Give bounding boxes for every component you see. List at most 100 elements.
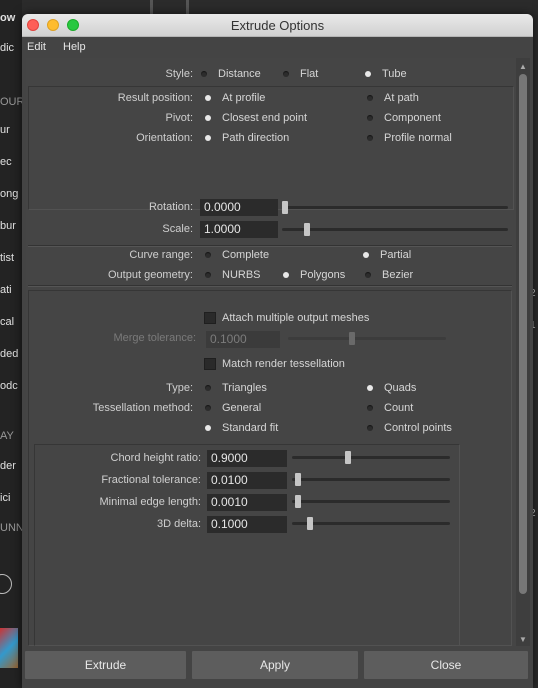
output-bezier-radio[interactable] bbox=[363, 270, 374, 281]
background-app-sidebar: ow dic OUR ur ec ong bur tist ati cal de… bbox=[0, 0, 22, 688]
bg-text: odc bbox=[0, 380, 18, 392]
curve-range-label: Curve range: bbox=[129, 249, 193, 261]
style-flat-label[interactable]: Flat bbox=[300, 68, 318, 80]
chord-height-ratio-slider-track[interactable] bbox=[292, 456, 450, 459]
curve-range-complete-radio[interactable] bbox=[203, 250, 214, 261]
orientation-path-direction-label[interactable]: Path direction bbox=[222, 132, 289, 144]
bg-text: cal bbox=[0, 316, 15, 328]
bg-text: OUR bbox=[0, 96, 22, 108]
orientation-label: Orientation: bbox=[136, 132, 193, 144]
extrude-button[interactable]: Extrude bbox=[25, 651, 186, 679]
scroll-down-icon[interactable]: ▼ bbox=[519, 635, 527, 644]
rotation-field[interactable]: 0.0000 bbox=[200, 199, 278, 216]
type-triangles-label[interactable]: Triangles bbox=[222, 382, 267, 394]
bg-text: ati bbox=[0, 284, 12, 296]
extrude-options-dialog: Extrude Options Edit Help Style: Distanc… bbox=[22, 14, 533, 688]
3d-delta-label: 3D delta: bbox=[156, 518, 201, 530]
apply-button[interactable]: Apply bbox=[192, 651, 358, 679]
tessellation-general-label[interactable]: General bbox=[222, 402, 261, 414]
pivot-component-radio[interactable] bbox=[365, 113, 376, 124]
scale-slider-track[interactable] bbox=[282, 228, 508, 231]
options-panel: Style: Distance Flat Tube Result positio… bbox=[26, 58, 516, 646]
close-button[interactable]: Close bbox=[364, 651, 528, 679]
output-nurbs-radio[interactable] bbox=[203, 270, 214, 281]
bg-text: ded bbox=[0, 348, 19, 360]
bg-text: ec bbox=[0, 156, 12, 168]
3d-delta-slider-handle[interactable] bbox=[307, 517, 313, 530]
match-render-label[interactable]: Match render tessellation bbox=[222, 358, 345, 370]
bg-text: ici bbox=[0, 492, 11, 504]
type-triangles-radio[interactable] bbox=[203, 383, 214, 394]
menu-help[interactable]: Help bbox=[63, 41, 86, 53]
scale-field[interactable]: 1.0000 bbox=[200, 221, 278, 238]
type-quads-label[interactable]: Quads bbox=[384, 382, 416, 394]
tessellation-control-points-radio[interactable] bbox=[365, 423, 376, 434]
window-title: Extrude Options bbox=[230, 18, 325, 33]
result-at-profile-radio[interactable] bbox=[203, 93, 214, 104]
merge-tolerance-field: 0.1000 bbox=[206, 331, 280, 348]
3d-delta-slider-track[interactable] bbox=[292, 522, 450, 525]
minimal-edge-length-slider-handle[interactable] bbox=[295, 495, 301, 508]
bg-text: ong bbox=[0, 188, 19, 200]
bg-text: UNN bbox=[0, 522, 22, 534]
tessellation-control-points-label[interactable]: Control points bbox=[384, 422, 452, 434]
bg-text: ur bbox=[0, 124, 10, 136]
scale-slider-handle[interactable] bbox=[304, 223, 310, 236]
rotation-slider-track[interactable] bbox=[282, 206, 508, 209]
attach-multiple-checkbox[interactable] bbox=[204, 312, 216, 324]
scroll-up-icon[interactable]: ▲ bbox=[519, 62, 527, 71]
title-bar[interactable]: Extrude Options bbox=[22, 14, 533, 37]
fractional-tolerance-slider-handle[interactable] bbox=[295, 473, 301, 486]
chord-height-ratio-label: Chord height ratio: bbox=[110, 452, 202, 464]
output-bezier-label[interactable]: Bezier bbox=[382, 269, 413, 281]
pivot-closest-end-radio[interactable] bbox=[203, 113, 214, 124]
tessellation-standard-fit-label[interactable]: Standard fit bbox=[222, 422, 278, 434]
tessellation-count-radio[interactable] bbox=[365, 403, 376, 414]
bg-text: ow bbox=[0, 12, 16, 24]
output-nurbs-label[interactable]: NURBS bbox=[222, 269, 261, 281]
3d-delta-field[interactable]: 0.1000 bbox=[207, 516, 287, 533]
menu-bar: Edit Help bbox=[22, 37, 533, 57]
chord-height-ratio-field[interactable]: 0.9000 bbox=[207, 450, 287, 467]
scrollbar-thumb[interactable] bbox=[519, 74, 527, 594]
result-position-label: Result position: bbox=[117, 92, 193, 104]
rotation-slider-handle[interactable] bbox=[282, 201, 288, 214]
divider bbox=[28, 285, 512, 287]
result-at-path-radio[interactable] bbox=[365, 93, 376, 104]
type-label: Type: bbox=[166, 382, 193, 394]
result-at-path-label[interactable]: At path bbox=[384, 92, 419, 104]
curve-range-partial-radio[interactable] bbox=[361, 250, 372, 261]
style-distance-label[interactable]: Distance bbox=[218, 68, 261, 80]
curve-range-complete-label[interactable]: Complete bbox=[222, 249, 269, 261]
minimal-edge-length-field[interactable]: 0.0010 bbox=[207, 494, 287, 511]
menu-edit[interactable]: Edit bbox=[27, 41, 46, 53]
tessellation-general-radio[interactable] bbox=[203, 403, 214, 414]
pivot-closest-end-label[interactable]: Closest end point bbox=[222, 112, 307, 124]
curve-range-partial-label[interactable]: Partial bbox=[380, 249, 411, 261]
style-tube-radio[interactable] bbox=[363, 69, 374, 80]
style-tube-label[interactable]: Tube bbox=[382, 68, 407, 80]
minimal-edge-length-label: Minimal edge length: bbox=[99, 496, 201, 508]
fractional-tolerance-field[interactable]: 0.0100 bbox=[207, 472, 287, 489]
result-at-profile-label[interactable]: At profile bbox=[222, 92, 265, 104]
style-distance-radio[interactable] bbox=[199, 69, 210, 80]
bg-text: bur bbox=[0, 220, 16, 232]
type-quads-radio[interactable] bbox=[365, 383, 376, 394]
bg-text: AY bbox=[0, 430, 14, 442]
output-polygons-label[interactable]: Polygons bbox=[300, 269, 345, 281]
vertical-scrollbar[interactable]: ▲ ▼ bbox=[516, 58, 530, 646]
chord-height-ratio-slider-handle[interactable] bbox=[345, 451, 351, 464]
attach-multiple-label[interactable]: Attach multiple output meshes bbox=[222, 312, 369, 324]
tessellation-standard-fit-radio[interactable] bbox=[203, 423, 214, 434]
tessellation-count-label[interactable]: Count bbox=[384, 402, 413, 414]
minimal-edge-length-slider-track[interactable] bbox=[292, 500, 450, 503]
fractional-tolerance-label: Fractional tolerance: bbox=[101, 474, 201, 486]
match-render-checkbox[interactable] bbox=[204, 358, 216, 370]
orientation-profile-normal-radio[interactable] bbox=[365, 133, 376, 144]
output-polygons-radio[interactable] bbox=[281, 270, 292, 281]
fractional-tolerance-slider-track[interactable] bbox=[292, 478, 450, 481]
pivot-component-label[interactable]: Component bbox=[384, 112, 441, 124]
orientation-path-direction-radio[interactable] bbox=[203, 133, 214, 144]
style-flat-radio[interactable] bbox=[281, 69, 292, 80]
orientation-profile-normal-label[interactable]: Profile normal bbox=[384, 132, 452, 144]
